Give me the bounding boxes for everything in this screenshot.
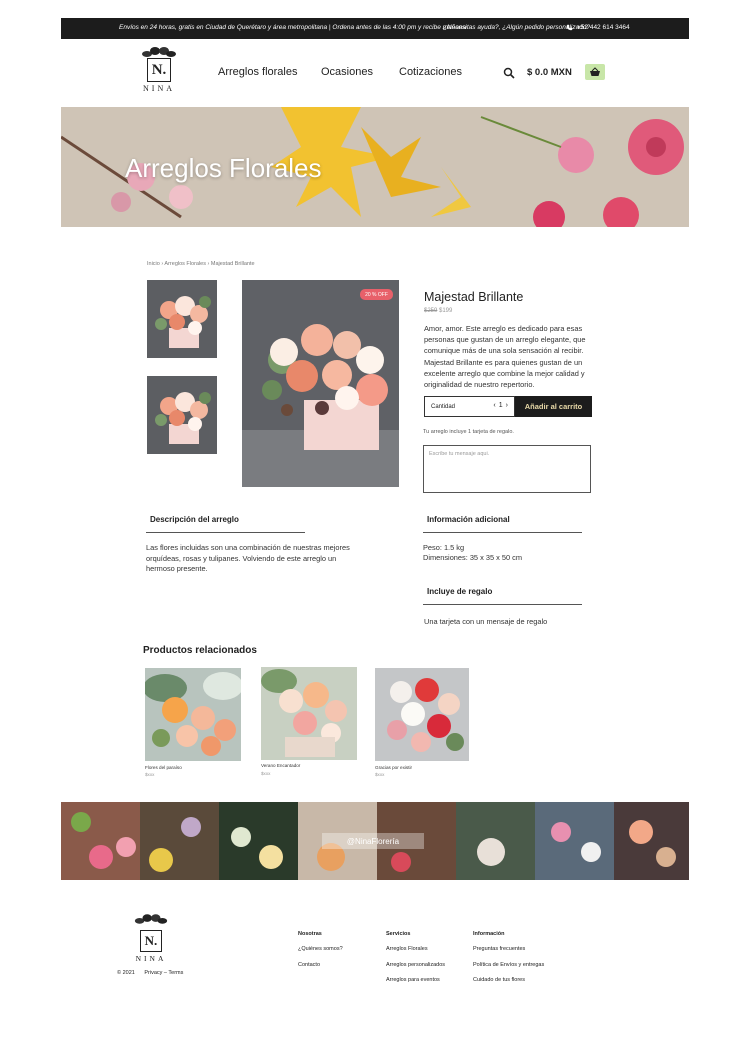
phone-number: +52 442 614 3464 xyxy=(577,24,630,31)
hero-title: Arreglos Florales xyxy=(125,153,322,183)
footer-link[interactable]: Preguntas frecuentes xyxy=(473,946,525,952)
footer-heading-informacion: Información xyxy=(473,931,505,937)
gift-divider xyxy=(423,604,582,605)
floral-crown-icon xyxy=(142,47,176,57)
hero-banner: Arreglos Florales xyxy=(61,107,689,227)
gift-heading[interactable]: Incluye de regalo xyxy=(427,587,492,596)
shipping-notice: Envíos en 24 horas, gratis en Ciudad de … xyxy=(119,24,467,31)
floral-crown-icon xyxy=(134,914,168,924)
quantity-stepper[interactable]: Cantidad ‹ 1 › xyxy=(424,396,515,417)
nav-cotizaciones[interactable]: Cotizaciones xyxy=(399,66,462,78)
footer-link[interactable]: Arreglos para eventos xyxy=(386,977,440,983)
brand-logo[interactable]: N. NINA xyxy=(139,46,179,100)
chevron-left-icon[interactable]: ‹ xyxy=(493,402,495,409)
gift-text: Una tarjeta con un mensaje de regalo xyxy=(424,617,548,626)
footer-logo-wordmark: NINA xyxy=(135,954,167,963)
nav-arreglos-florales[interactable]: Arreglos florales xyxy=(218,66,297,78)
chevron-right-icon[interactable]: › xyxy=(506,402,508,409)
quantity-value: 1 xyxy=(498,402,503,409)
dimensions-text: Dimensiones: 35 x 35 x 50 cm xyxy=(423,553,522,562)
footer-link[interactable]: Arreglos personalizados xyxy=(386,962,445,968)
related-product-price: $xxx xyxy=(145,772,155,777)
discount-badge: 20 % OFF xyxy=(360,289,393,300)
basket-icon xyxy=(590,67,600,76)
product-thumbnail-1[interactable] xyxy=(147,280,217,358)
cart-total[interactable]: $ 0.0 MXN xyxy=(527,67,572,78)
footer-link[interactable]: Contacto xyxy=(298,962,320,968)
footer-link[interactable]: Cuidado de tus flores xyxy=(473,977,525,983)
search-icon[interactable] xyxy=(503,67,515,79)
footer-link[interactable]: ¿Quiénes somos? xyxy=(298,946,343,952)
price-original: $259 xyxy=(424,308,438,314)
product-title: Majestad Brillante xyxy=(424,290,524,304)
additional-info-divider xyxy=(423,532,582,533)
description-divider xyxy=(146,532,305,533)
footer-logo-monogram: N. xyxy=(140,930,162,952)
site-header: N. NINA Arreglos florales Ocasiones Coti… xyxy=(61,40,689,107)
product-main-image[interactable]: 20 % OFF xyxy=(242,280,399,487)
product-thumbnail-2[interactable] xyxy=(147,376,217,454)
product-description: Amor, amor. Este arreglo es dedicado par… xyxy=(424,324,586,390)
related-product-name[interactable]: Gracias por existir xyxy=(375,765,412,770)
instagram-handle[interactable]: @NinaFlorería xyxy=(322,833,424,849)
footer-heading-servicios: Servicios xyxy=(386,931,411,937)
related-product-price: $xxx xyxy=(375,772,385,777)
nav-ocasiones[interactable]: Ocasiones xyxy=(321,66,373,78)
related-product-name[interactable]: Verano Encantador xyxy=(261,763,300,768)
phone-icon xyxy=(566,24,573,31)
related-product-price: $xxx xyxy=(261,771,271,776)
add-to-cart-button[interactable]: Añadir al carrito xyxy=(515,396,592,417)
related-product-image[interactable] xyxy=(261,667,357,760)
logo-monogram: N. xyxy=(147,58,171,82)
description-text: Las flores incluidas son una combinación… xyxy=(146,543,350,573)
gift-message-field[interactable]: Escribe tu mensaje aqui. xyxy=(423,445,591,493)
footer-heading-nosotras: Nosotras xyxy=(298,931,322,937)
additional-info-heading[interactable]: Información adicional xyxy=(427,515,510,524)
quantity-label: Cantidad xyxy=(431,403,456,410)
copyright-text: © 2021 xyxy=(117,970,135,976)
related-product-image[interactable] xyxy=(375,668,469,761)
footer-copyright: © 2021 Privacy – Terms xyxy=(117,970,183,976)
phone-contact[interactable]: +52 442 614 3464 xyxy=(566,24,630,31)
footer-link[interactable]: Arreglos Florales xyxy=(386,946,428,952)
weight-text: Peso: 1.5 kg xyxy=(423,543,465,552)
footer-logo[interactable]: N. NINA xyxy=(132,912,170,963)
price-sale: $199 xyxy=(439,308,453,314)
footer-link[interactable]: Política de Envíos y entregas xyxy=(473,962,544,968)
related-products-heading: Productos relacionados xyxy=(143,645,257,656)
gift-card-note: Tu arreglo incluye 1 tarjeta de regalo. xyxy=(423,429,514,435)
announcement-bar: Envíos en 24 horas, gratis en Ciudad de … xyxy=(61,18,689,39)
related-product-image[interactable] xyxy=(145,668,241,761)
related-product-name[interactable]: Flores del paraíso xyxy=(145,765,182,770)
cart-button[interactable] xyxy=(585,64,605,80)
description-heading[interactable]: Descripción del arreglo xyxy=(150,515,239,524)
privacy-terms-link[interactable]: Privacy – Terms xyxy=(144,970,183,976)
breadcrumb[interactable]: Inicio › Arreglos Florales › Majestad Br… xyxy=(147,261,255,267)
logo-wordmark: NINA xyxy=(143,84,175,93)
